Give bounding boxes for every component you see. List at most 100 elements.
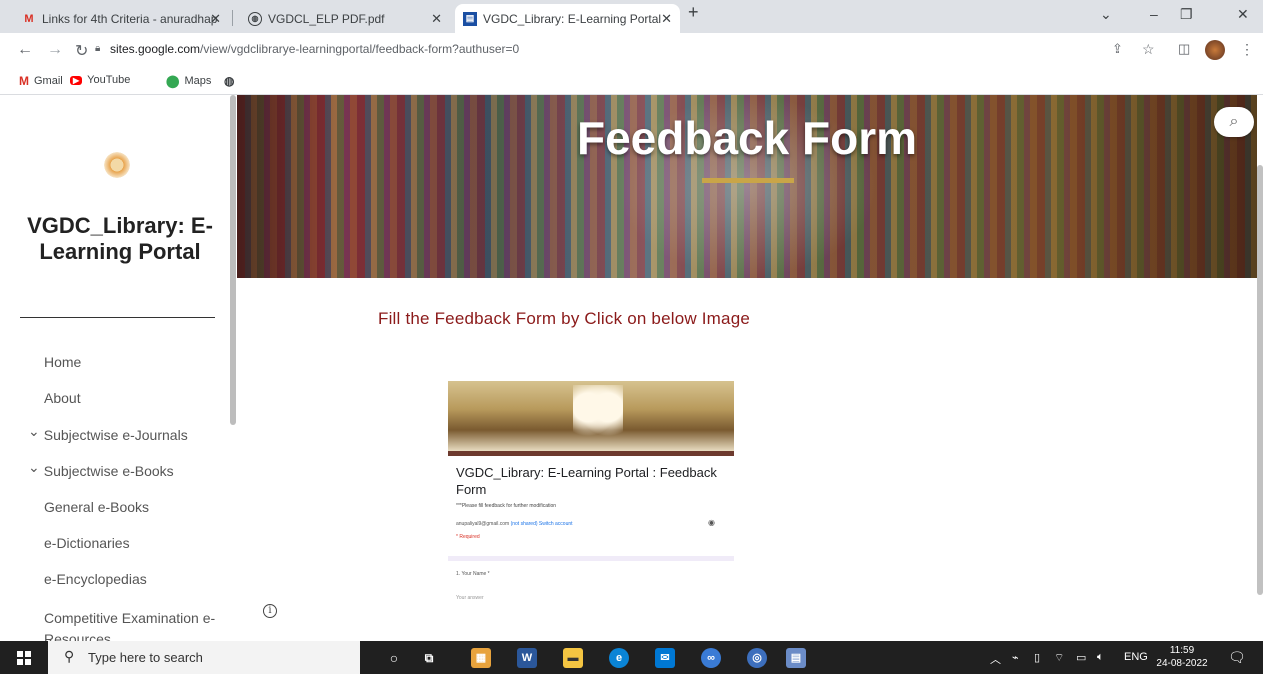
forward-icon[interactable]: → [47, 41, 63, 59]
nav-subjectwise-ebooks[interactable]: Subjectwise e-Books [28, 463, 174, 480]
url-host: sites.google.com [110, 42, 201, 56]
bookmark-gmail[interactable]: M Gmail [19, 74, 63, 88]
taskbar-search-placeholder: Type here to search [88, 650, 203, 665]
side-panel-icon[interactable]: ◫ [1178, 41, 1190, 57]
notification-icon[interactable]: 🗨︎ [1228, 649, 1246, 666]
sites-icon: ▤ [463, 11, 477, 26]
page-content: VGDC_Library: E-Learning Portal Home Abo… [0, 95, 1263, 641]
gmail-icon: M [19, 74, 29, 88]
switch-account-link: (not shared) Switch account [510, 521, 573, 527]
maps-icon: ⬤ [166, 74, 180, 88]
lock-icon[interactable]: 🔒︎ [95, 43, 100, 54]
answer-placeholder: Your answer [456, 595, 484, 601]
address-bar-row: ← → ↻ 🔒︎ sites.google.com/view/vgdclibra… [0, 33, 1263, 69]
share-icon[interactable]: ⇪ [1112, 41, 1123, 57]
language-indicator[interactable]: ENG [1124, 651, 1148, 663]
clock-date: 24-08-2022 [1156, 658, 1208, 669]
info-icon[interactable]: i [263, 604, 277, 618]
clock-time: 11:59 [1169, 645, 1195, 656]
bookmark-web[interactable]: ◍ [224, 74, 239, 88]
taskbar-search-box[interactable]: ⚲ Type here to search [48, 641, 360, 674]
new-tab-button[interactable]: + [688, 2, 699, 23]
site-title[interactable]: VGDC_Library: E-Learning Portal [20, 213, 220, 265]
close-tab-icon[interactable]: ✕ [210, 11, 221, 27]
windows-taskbar: ⚲ Type here to search ○ ⧉ ▦ W ▬ e ✉ ∞ ◎ … [0, 641, 1263, 674]
nav-competitive-exam-resources[interactable]: Competitive Examination e-Resources [44, 608, 224, 641]
notepad-app-icon[interactable]: ▤ [786, 648, 806, 668]
bookmark-youtube[interactable]: ▶ YouTube [70, 74, 130, 86]
form-description: ***Please fill feedback for further modi… [456, 503, 557, 509]
tab-active-library[interactable]: ▤ VGDC_Library: E-Learning Portal ✕ [455, 4, 680, 33]
nav-about[interactable]: About [44, 390, 81, 406]
url-field[interactable]: sites.google.com/view/vgdclibrarye-learn… [110, 42, 519, 56]
reload-icon[interactable]: ↻ [75, 41, 88, 61]
sidebar-scrollbar[interactable] [230, 95, 236, 425]
edge-browser-icon[interactable]: e [609, 648, 629, 668]
account-email: anupaliyal9@gmail.com [456, 521, 510, 527]
feedback-form-image[interactable]: VGDC_Library: E-Learning Portal : Feedba… [448, 381, 734, 609]
question-label: 1. Your Name * [456, 571, 490, 577]
nav-subjectwise-ejournals[interactable]: Subjectwise e-Journals [28, 427, 188, 444]
close-window-icon[interactable]: ✕ [1237, 6, 1249, 23]
restore-icon[interactable]: ❐ [1180, 6, 1193, 23]
minimize-icon[interactable]: – [1150, 6, 1158, 22]
profile-avatar[interactable] [1205, 40, 1225, 60]
page-scrollbar[interactable] [1257, 165, 1263, 595]
tab-label: VGDCL_ELP PDF.pdf [268, 11, 385, 26]
webex-app-icon[interactable]: ∞ [701, 648, 721, 668]
bookmark-star-icon[interactable]: ☆ [1142, 41, 1155, 58]
page-title: Feedback Form [577, 112, 917, 164]
calculator-app-icon[interactable]: ▦ [471, 648, 491, 668]
header-banner: Feedback Form [237, 95, 1257, 278]
sidebar: VGDC_Library: E-Learning Portal Home Abo… [0, 95, 237, 641]
display-icon[interactable]: ▭ [1076, 651, 1086, 664]
search-icon: ⚲ [64, 648, 75, 664]
site-logo[interactable] [102, 150, 132, 180]
bookmark-label: Maps [184, 75, 212, 87]
close-tab-icon[interactable]: ✕ [431, 11, 442, 27]
book-heart-image [448, 381, 734, 451]
system-clock[interactable]: 11:59 24-08-2022 [1155, 644, 1209, 670]
bookmark-maps[interactable]: ⬤ Maps [166, 74, 211, 88]
tab-label: VGDC_Library: E-Learning Portal [483, 11, 662, 26]
heart-pages-shape [573, 385, 623, 441]
sidebar-divider [20, 317, 215, 318]
cortana-icon[interactable]: ○ [384, 648, 404, 668]
word-app-icon[interactable]: W [517, 648, 537, 668]
form-header-card: VGDC_Library: E-Learning Portal : Feedba… [448, 456, 734, 556]
required-note: * Required [456, 534, 480, 540]
bookmark-label: Gmail [34, 75, 63, 87]
eye-icon: ◉ [708, 518, 715, 527]
bookmarks-bar: M Gmail ▶ YouTube ⬤ Maps ◍ [0, 69, 1263, 95]
tab-label: Links for 4th Criteria - anuradhap [42, 11, 218, 26]
youtube-icon: ▶ [70, 75, 83, 85]
battery-icon[interactable]: ▯ [1034, 651, 1040, 664]
network-icon[interactable]: ⌔ [1054, 651, 1064, 665]
tab-gmail[interactable]: M Links for 4th Criteria - anuradhap ✕ [14, 4, 229, 33]
form-account: anupaliyal9@gmail.com (not shared) Switc… [456, 521, 573, 527]
nav-home[interactable]: Home [44, 354, 81, 370]
nav-general-ebooks[interactable]: General e-Books [44, 499, 149, 515]
windows-start-icon[interactable] [17, 651, 31, 665]
url-path: /view/vgdclibrarye-learningportal/feedba… [200, 42, 520, 56]
title-underline [702, 178, 794, 183]
task-view-icon[interactable]: ⧉ [419, 648, 439, 668]
tab-search-icon[interactable]: ⌄ [1100, 6, 1112, 23]
tray-overflow-icon[interactable]: ︿ [990, 651, 1001, 667]
nav-eencyclopedias[interactable]: e-Encyclopedias [44, 571, 147, 587]
tray-app-icon[interactable]: ⌁ [1012, 651, 1019, 664]
search-icon[interactable]: ⌕ [1214, 107, 1254, 137]
form-question-card: 1. Your Name * Your answer [448, 561, 734, 609]
back-icon[interactable]: ← [17, 41, 33, 59]
mail-app-icon[interactable]: ✉ [655, 648, 675, 668]
form-title: VGDC_Library: E-Learning Portal : Feedba… [456, 465, 717, 497]
close-tab-icon[interactable]: ✕ [661, 11, 672, 27]
bookmark-label: YouTube [87, 74, 131, 86]
tab-separator [232, 10, 233, 26]
chrome-browser-icon[interactable]: ◎ [747, 648, 767, 668]
tab-pdf[interactable]: ◍ VGDCL_ELP PDF.pdf ✕ [240, 4, 450, 33]
menu-icon[interactable]: ⋮ [1240, 41, 1254, 58]
nav-edictionaries[interactable]: e-Dictionaries [44, 535, 130, 551]
file-explorer-icon[interactable]: ▬ [563, 648, 583, 668]
volume-icon[interactable]: 🔈︎ [1097, 651, 1104, 664]
